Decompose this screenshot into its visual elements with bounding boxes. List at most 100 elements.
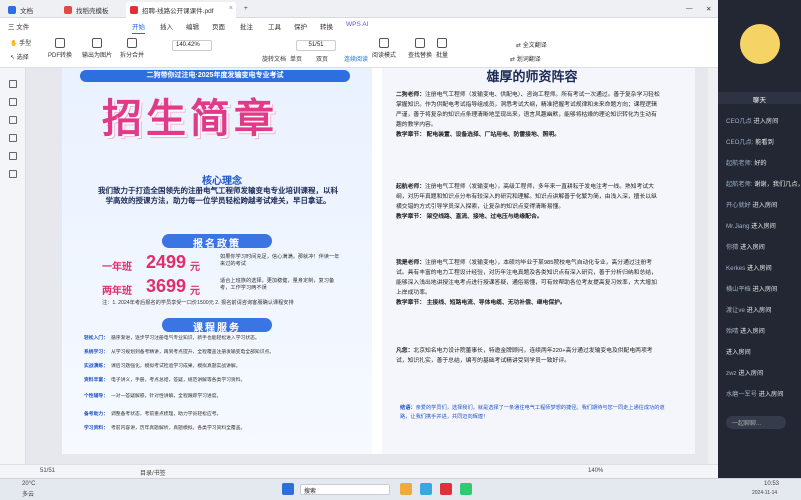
wps-icon[interactable]: [440, 483, 452, 495]
single-page-button[interactable]: 单页: [290, 54, 302, 63]
split-merge-button[interactable]: 拆分合并: [120, 38, 144, 59]
service-item: 轻松入门： 循序渐进，逐步学习注册电气专业知识，新手也能轻松进入学习状态。: [84, 336, 260, 341]
status-bar: 51/51 目录/书签 140%: [0, 464, 718, 478]
core-text: 我们致力于打造全国领先的注册电气工程师发输变电专业培训课程，以科学高效的授课方法…: [98, 186, 338, 205]
chat-message: zwz 进入房间: [726, 368, 763, 377]
close-window-icon[interactable]: ✕: [704, 2, 717, 18]
menu-tools[interactable]: 工具: [268, 21, 281, 31]
search-panel-icon[interactable]: [9, 152, 17, 160]
split-icon: [127, 38, 137, 48]
bookmark-icon[interactable]: [9, 80, 17, 88]
pdf-page: 二狗带你过注电·2025年度发输变电专业考试 招生简章 核心理念 我们致力于打造…: [62, 68, 695, 454]
teacher-title: 雄厚的师资阵容: [486, 69, 578, 84]
left-sidebar: [0, 68, 26, 464]
new-tab-button[interactable]: +: [240, 2, 254, 18]
word-translate-button[interactable]: ⇄ 划词翻译: [510, 54, 541, 63]
chat-text: 进入房间: [738, 370, 764, 377]
tab-bar: 文档 找稻壳模板 招聘-线路公开课课件.pdf × + — ✕: [0, 0, 718, 18]
page-indicator[interactable]: 51/51: [40, 468, 55, 474]
plan-2-price: 3699: [146, 276, 187, 296]
plan-1-label: 一年班: [102, 262, 132, 273]
doc-icon: [8, 6, 16, 14]
export-image-button[interactable]: 输出为图片: [82, 38, 112, 59]
pdf-convert-button[interactable]: PDF转换: [48, 38, 72, 59]
menu-bar: 三 文件 开始 插入 编辑 页面 批注 工具 保护 转换 WPS AI: [0, 18, 718, 35]
tab-documents[interactable]: 文档: [4, 2, 39, 18]
chat-text: 能看到: [755, 139, 774, 146]
read-mode-button[interactable]: 阅读模式: [372, 38, 396, 59]
chat-message: 起航老师: 好的: [726, 158, 767, 167]
menu-page[interactable]: 页面: [212, 21, 225, 31]
policy-note: 注：1. 2024年考后报名的学员享受一口价1500元 2. 报名前请咨询客服确…: [102, 300, 294, 306]
chat-user: zwz: [726, 370, 737, 377]
template-icon: [64, 6, 72, 14]
menu-convert[interactable]: 转换: [320, 21, 333, 31]
menu-insert[interactable]: 插入: [160, 21, 173, 31]
chat-user: 起航老师:: [726, 181, 753, 188]
zoom-input[interactable]: 140.42%: [172, 40, 212, 51]
menu-comment[interactable]: 批注: [240, 21, 253, 31]
chat-input[interactable]: 一起聊聊...: [726, 416, 786, 429]
teacher-3: 我是老师：注册电气工程师（发输变电），本硕均毕业于某985院校电气自动化专业，高…: [396, 260, 657, 306]
menu-protect[interactable]: 保护: [294, 21, 307, 31]
outline-link[interactable]: 目录/书签: [140, 468, 166, 477]
search-icon: [415, 38, 425, 48]
select-tool[interactable]: ↖ 选择: [10, 52, 29, 61]
double-page-button[interactable]: 双页: [316, 54, 328, 63]
chat-user: CEO几点: [726, 118, 752, 125]
chat-user: 渡让ve: [726, 307, 745, 314]
taskbar-search[interactable]: 搜索: [300, 484, 390, 495]
batch-icon: [437, 38, 447, 48]
tab-pdf[interactable]: 招聘-线路公开课课件.pdf ×: [126, 2, 236, 18]
chat-user: Mr.Jiang: [726, 223, 750, 230]
zoom-status[interactable]: 140%: [588, 468, 603, 474]
chat-text: 进入房间: [751, 223, 776, 230]
flyer-banner: 二狗带你过注电·2025年度发输变电专业考试: [80, 70, 350, 82]
service-item: 资料丰富： 电子讲义，手册，考点总结，答疑，规范讲解等各类学习资料。: [84, 378, 246, 383]
minimize-icon[interactable]: —: [684, 2, 699, 18]
chat-message: 殆晴 进入房间: [726, 326, 765, 335]
chat-user: 殆晴: [726, 328, 739, 335]
batch-button[interactable]: 批量: [436, 38, 448, 59]
flyer-left: 二狗带你过注电·2025年度发输变电专业考试 招生简章 核心理念 我们致力于打造…: [62, 68, 372, 454]
clock-time: 10:53: [764, 481, 780, 487]
menu-file[interactable]: 三 文件: [8, 21, 29, 31]
continuous-button[interactable]: 连续阅读: [344, 54, 368, 63]
full-translate-button[interactable]: ⇄ 全文翻译: [516, 40, 547, 49]
weather-temp: 20°C: [22, 481, 36, 487]
vertical-scrollbar[interactable]: [708, 68, 718, 464]
menu-home[interactable]: 开始: [132, 21, 145, 35]
explorer-icon[interactable]: [400, 483, 412, 495]
chat-text: 进入房间: [752, 202, 778, 209]
find-replace-button[interactable]: 查找替换: [408, 38, 432, 59]
chat-text: 进入房间: [746, 307, 772, 314]
thumbnail-icon[interactable]: [9, 98, 17, 106]
pdf-convert-icon: [55, 38, 65, 48]
page-input[interactable]: 51/51: [296, 40, 336, 51]
app-icon[interactable]: [460, 483, 472, 495]
chat-panel: 聊天 CEO几点 进入房间 CEO几点: 能看到 起航老师: 好的 起航老师: 谢谢，…: [718, 0, 801, 478]
chat-text: 进入房间: [753, 118, 779, 125]
rotate-button[interactable]: 旋转文档: [262, 54, 286, 63]
settings-icon[interactable]: [9, 170, 17, 178]
menu-edit[interactable]: 编辑: [186, 21, 199, 31]
tab-templates[interactable]: 找稻壳模板: [60, 2, 115, 18]
chat-text: 进入房间: [740, 244, 765, 251]
hand-tool[interactable]: ✋ 手型: [10, 38, 31, 47]
comment-icon[interactable]: [9, 116, 17, 124]
close-icon[interactable]: ×: [229, 5, 233, 12]
attachment-icon[interactable]: [9, 134, 17, 142]
toolbar: ✋ 手型 ↖ 选择 PDF转换 输出为图片 拆分合并 140.42% 51/51…: [0, 34, 718, 68]
start-icon[interactable]: [282, 483, 294, 495]
chat-message: 渡让ve 进入房间: [726, 305, 771, 314]
chat-user: 开心就好: [726, 202, 751, 209]
flyer-right: 雄厚的师资阵容 二狗老师：注册电气工程师（发输变电、供配电）、咨询工程师。所有考…: [382, 68, 695, 454]
image-icon: [92, 38, 102, 48]
book-icon: [379, 38, 389, 48]
plan-2-unit: 元: [190, 286, 200, 297]
chat-text: 进入房间: [752, 286, 778, 293]
service-item: 学习资料： 考前内容讲，历年真题解析，真题模拟，各类学习资料全覆盖。: [84, 426, 246, 431]
browser-icon[interactable]: [420, 483, 432, 495]
menu-wps-ai[interactable]: WPS AI: [346, 21, 368, 28]
chat-message: 你猜 进入房间: [726, 242, 765, 251]
